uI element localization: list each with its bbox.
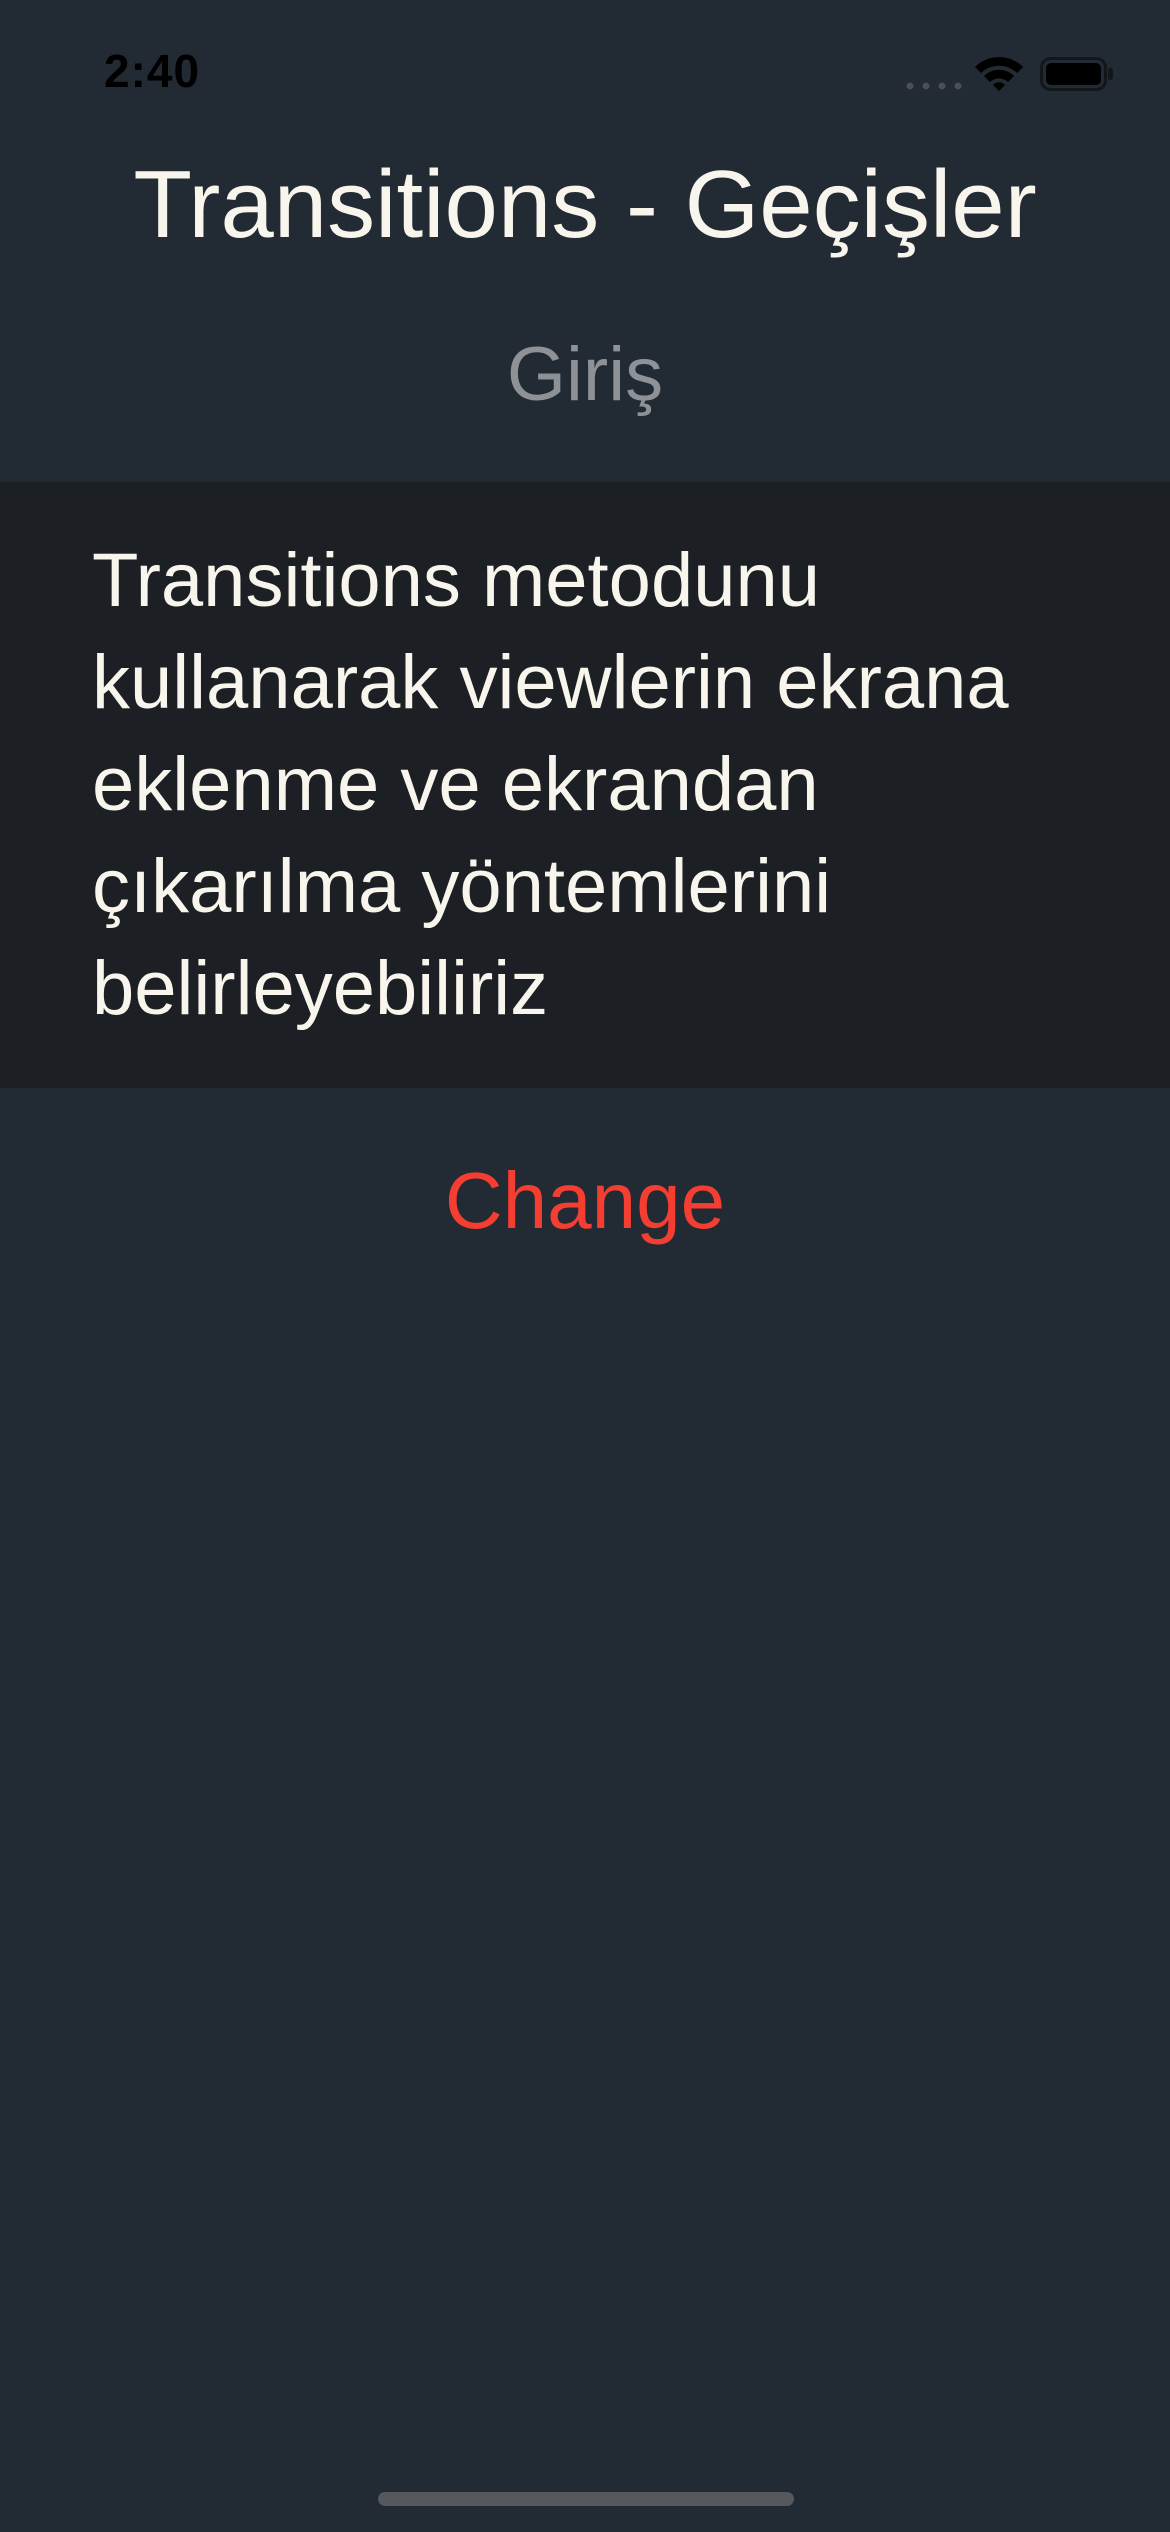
description-line: Transitions metodunu bbox=[92, 538, 821, 623]
description-text: Transitions metodunu kullanarak viewleri… bbox=[92, 530, 1092, 1040]
description-panel: Transitions metodunu kullanarak viewleri… bbox=[0, 482, 1170, 1088]
battery-icon bbox=[1040, 57, 1114, 91]
description-line: eklenme ve ekrandan bbox=[92, 742, 819, 827]
description-line: belirleyebiliriz bbox=[92, 946, 549, 1031]
status-bar: 2:40 bbox=[0, 0, 1170, 150]
page-title: Transitions - Geçişler bbox=[133, 151, 1037, 258]
change-button[interactable]: Change bbox=[385, 1146, 785, 1256]
status-time: 2:40 bbox=[104, 45, 201, 97]
description-line: çıkarılma yöntemlerini bbox=[92, 844, 832, 929]
signal-dots-icon bbox=[906, 82, 962, 90]
wifi-icon bbox=[973, 55, 1025, 93]
description-line: kullanarak viewlerin ekrana bbox=[92, 640, 1009, 725]
page-subtitle: Giriş bbox=[506, 332, 664, 417]
home-indicator[interactable] bbox=[378, 2492, 794, 2506]
